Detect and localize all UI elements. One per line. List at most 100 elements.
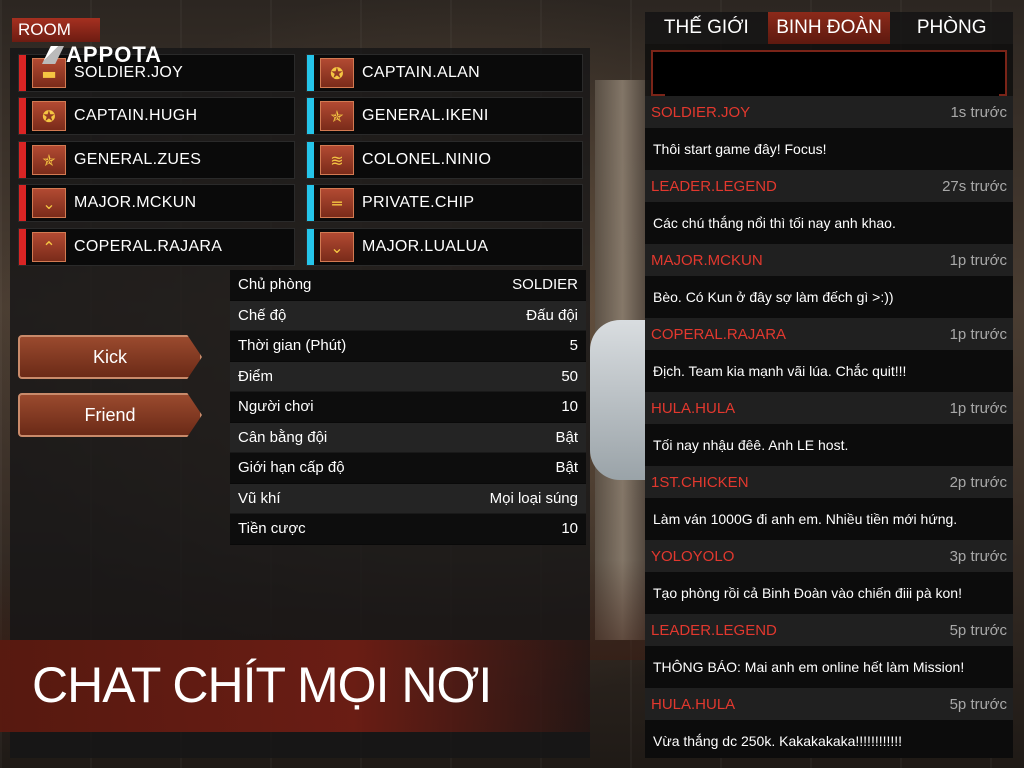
rank-star-circle-icon: ✪ <box>320 58 354 88</box>
tab-room[interactable]: PHÒNG <box>890 12 1014 44</box>
player-slot[interactable]: ✪ CAPTAIN.ALAN <box>306 54 583 92</box>
chat-message: SOLDIER.JOY 1s trước Thôi start game đây… <box>645 96 1013 170</box>
player-slot[interactable]: ✯ GENERAL.IKENI <box>306 97 583 135</box>
chat-text: Tạo phòng rồi cả Binh Đoàn vào chiến đii… <box>645 572 1013 614</box>
chat-username[interactable]: 1ST.CHICKEN <box>651 474 749 491</box>
chat-timestamp: 1p trước <box>949 251 1007 269</box>
player-name: COLONEL.NINIO <box>362 151 492 168</box>
player-name: MAJOR.MCKUN <box>74 194 197 211</box>
team-red-stripe <box>19 185 26 221</box>
info-row: Chế độ Đấu đội <box>230 300 586 331</box>
info-label: Người chơi <box>238 398 314 416</box>
info-value: 50 <box>561 367 578 385</box>
rank-chevron-up-icon: ⌃ <box>32 232 66 262</box>
chat-text: Vừa thắng dc 250k. Kakakakaka!!!!!!!!!!!… <box>645 720 1013 758</box>
chat-text: Làm ván 1000G đi anh em. Nhiều tiền mới … <box>645 498 1013 540</box>
kick-button[interactable]: Kick <box>18 335 202 379</box>
chat-username[interactable]: MAJOR.MCKUN <box>651 252 763 269</box>
chat-text: Tối nay nhậu đêê. Anh LE host. <box>645 424 1013 466</box>
chat-message-header: COPERAL.RAJARA 1p trước <box>645 318 1013 350</box>
player-slot[interactable]: ✪ CAPTAIN.HUGH <box>18 97 295 135</box>
chat-timestamp: 3p trước <box>949 547 1007 565</box>
chat-username[interactable]: HULA.HULA <box>651 696 735 713</box>
chat-username[interactable]: YOLOYOLO <box>651 548 734 565</box>
team-cyan-stripe <box>307 142 314 178</box>
chat-username[interactable]: COPERAL.RAJARA <box>651 326 786 343</box>
team-red-stripe <box>19 55 26 91</box>
tab-guild[interactable]: BINH ĐOÀN <box>767 12 891 44</box>
info-row: Cân bằng đội Bật <box>230 422 586 453</box>
team-cyan-stripe <box>307 229 314 265</box>
chat-message-header: LEADER.LEGEND 27s trước <box>645 170 1013 202</box>
chat-username[interactable]: HULA.HULA <box>651 400 735 417</box>
player-slot[interactable]: ⌄ MAJOR.LUALUA <box>306 228 583 266</box>
chat-timestamp: 1p trước <box>949 325 1007 343</box>
chat-message: YOLOYOLO 3p trước Tạo phòng rồi cả Binh … <box>645 540 1013 614</box>
chat-timestamp: 2p trước <box>949 473 1007 491</box>
player-slot[interactable]: ✯ GENERAL.ZUES <box>18 141 295 179</box>
chat-username[interactable]: LEADER.LEGEND <box>651 178 777 195</box>
info-value: Bật <box>555 459 578 477</box>
chat-username[interactable]: SOLDIER.JOY <box>651 104 750 121</box>
info-row: Vũ khí Mọi loại súng <box>230 483 586 514</box>
info-value: SOLDIER <box>512 276 578 294</box>
rank-star-circle-icon: ✪ <box>32 101 66 131</box>
info-row: Điểm 50 <box>230 361 586 392</box>
player-slot[interactable]: ⌃ COPERAL.RAJARA <box>18 228 295 266</box>
promo-banner-text: CHAT CHÍT MỌI NƠI <box>32 657 492 713</box>
chat-timestamp: 5p trước <box>949 695 1007 713</box>
chat-message-header: LEADER.LEGEND 5p trước <box>645 614 1013 646</box>
chat-text: Các chú thắng nổi thì tối nay anh khao. <box>645 202 1013 244</box>
rank-chevron-wings-icon: ⌄ <box>32 188 66 218</box>
chat-message-header: YOLOYOLO 3p trước <box>645 540 1013 572</box>
tab-world[interactable]: THẾ GIỚI <box>645 12 768 44</box>
team-cyan-stripe <box>307 55 314 91</box>
info-label: Thời gian (Phút) <box>238 337 347 355</box>
chat-message: LEADER.LEGEND 5p trước THÔNG BÁO: Mai an… <box>645 614 1013 688</box>
info-label: Giới hạn cấp độ <box>238 459 345 477</box>
chat-text: Thôi start game đây! Focus! <box>645 128 1013 170</box>
friend-button[interactable]: Friend <box>18 393 202 437</box>
chat-message-header: HULA.HULA 5p trước <box>645 688 1013 720</box>
chat-timestamp: 1p trước <box>949 399 1007 417</box>
appota-logo: APPOTA <box>42 42 162 68</box>
chat-tabs: THẾ GIỚI BINH ĐOÀN PHÒNG <box>645 12 1014 44</box>
chat-message-list[interactable]: SOLDIER.JOY 1s trước Thôi start game đây… <box>645 96 1013 758</box>
chat-panel: SOLDIER.JOY 1s trước Thôi start game đây… <box>645 44 1013 758</box>
chat-message-header: 1ST.CHICKEN 2p trước <box>645 466 1013 498</box>
chat-input[interactable] <box>665 62 999 96</box>
info-value: 10 <box>561 520 578 538</box>
info-row: Người chơi 10 <box>230 392 586 423</box>
info-value: 10 <box>561 398 578 416</box>
chat-message-header: SOLDIER.JOY 1s trước <box>645 96 1013 128</box>
appota-logo-icon <box>42 46 64 64</box>
chat-timestamp: 27s trước <box>942 177 1007 195</box>
background-pillar <box>595 80 650 640</box>
info-label: Chủ phòng <box>238 276 312 294</box>
chat-username[interactable]: LEADER.LEGEND <box>651 622 777 639</box>
player-slot[interactable]: ═ PRIVATE.CHIP <box>306 184 583 222</box>
info-row: Chủ phòng SOLDIER <box>230 270 586 301</box>
chat-message-header: HULA.HULA 1p trước <box>645 392 1013 424</box>
info-row: Tiền cược 10 <box>230 514 586 545</box>
chat-message: 1ST.CHICKEN 2p trước Làm ván 1000G đi an… <box>645 466 1013 540</box>
player-name: GENERAL.ZUES <box>74 151 202 168</box>
player-name: CAPTAIN.HUGH <box>74 107 198 124</box>
background-train <box>590 320 650 480</box>
player-name: CAPTAIN.ALAN <box>362 64 480 81</box>
info-label: Vũ khí <box>238 489 281 507</box>
info-value: Mọi loại súng <box>489 489 578 507</box>
team-cyan-stripe <box>307 98 314 134</box>
chat-timestamp: 1s trước <box>950 103 1007 121</box>
team-red-stripe <box>19 142 26 178</box>
info-value: 5 <box>569 337 578 355</box>
player-slot[interactable]: ⌄ MAJOR.MCKUN <box>18 184 295 222</box>
room-info-table: Chủ phòng SOLDIER Chế độ Đấu đội Thời gi… <box>230 270 586 545</box>
chat-input-frame <box>651 50 1007 96</box>
player-name: MAJOR.LUALUA <box>362 238 489 255</box>
player-slot[interactable]: ≋ COLONEL.NINIO <box>306 141 583 179</box>
chat-text: Bèo. Có Kun ở đây sợ làm đếch gì >:)) <box>645 276 1013 318</box>
info-label: Cân bằng đội <box>238 428 328 446</box>
chat-message: HULA.HULA 1p trước Tối nay nhậu đêê. Anh… <box>645 392 1013 466</box>
rank-star-wreath-icon: ✯ <box>320 101 354 131</box>
